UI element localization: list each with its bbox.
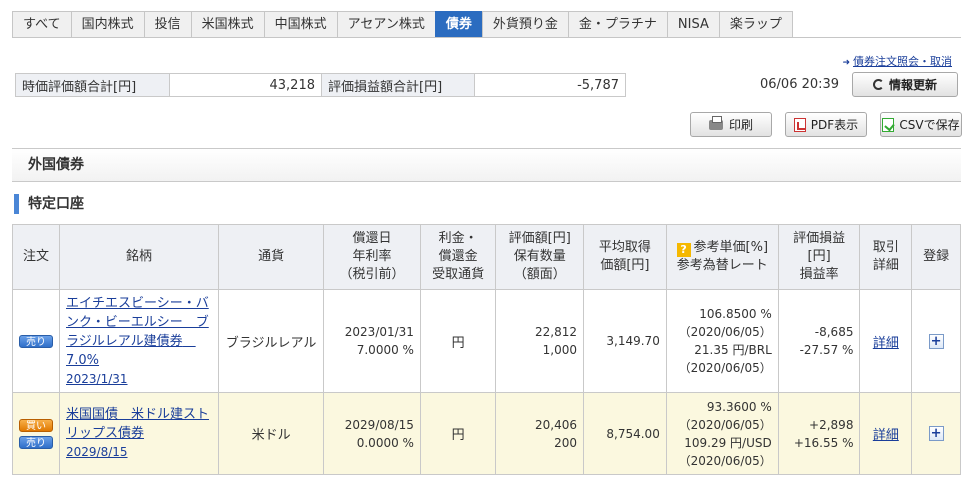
tab-china-stock[interactable]: 中国株式: [263, 11, 338, 38]
pdf-button[interactable]: PDF表示: [785, 112, 867, 137]
refresh-icon: [872, 79, 884, 90]
register-cell: +: [911, 392, 961, 475]
tab-divider: [12, 37, 961, 38]
printer-icon: [708, 115, 723, 130]
bond-order-inquiry-link[interactable]: ➜ 債券注文照会・取消: [842, 53, 952, 69]
print-label: 印刷: [728, 118, 753, 132]
interest-currency-cell: 円: [419, 392, 497, 475]
pl-cell: +2,898 +16.55 %: [777, 392, 861, 475]
arrow-right-icon: ➜: [842, 58, 850, 68]
header-valuation: 評価額[円] 保有数量 （額面）: [495, 224, 585, 290]
valuation-cell: 20,406 200: [495, 392, 585, 475]
ref-price-cell: 106.8500 % （2020/06/05） 21.35 円/BRL （202…: [665, 289, 779, 393]
valuation-cell: 22,812 1,000: [495, 289, 585, 393]
pdf-icon: [793, 117, 806, 132]
pl-label: 評価損益額合計[円]: [321, 73, 475, 97]
order-cell: 買い 売り: [12, 392, 60, 475]
tab-bonds[interactable]: 債券: [434, 11, 483, 38]
tab-asean-stock[interactable]: アセアン株式: [336, 11, 436, 38]
table-row: 売り エイチエスビーシー・バンク・ビーエルシー ブラジルレアル建債券 7.0% …: [12, 289, 961, 393]
table-row: 買い 売り 米国国債 米ドル建ストリップス債券 2029/8/15 米ドル 20…: [12, 392, 961, 475]
tab-us-stock[interactable]: 米国株式: [190, 11, 265, 38]
pdf-label: PDF表示: [810, 118, 859, 132]
help-icon[interactable]: ?: [676, 243, 691, 257]
update-timestamp: 06/06 20:39: [760, 77, 840, 92]
tab-gold-platinum[interactable]: 金・プラチナ: [567, 11, 668, 38]
tab-funds[interactable]: 投信: [143, 11, 192, 38]
history-cell: 詳細: [859, 289, 913, 393]
bond-maturity-link[interactable]: 2029/8/15: [66, 443, 212, 462]
detail-link[interactable]: 詳細: [873, 428, 899, 443]
print-button[interactable]: 印刷: [690, 112, 772, 137]
tab-fx-deposit[interactable]: 外貨預り金: [481, 11, 569, 38]
refresh-label: 情報更新: [888, 78, 937, 92]
header-maturity: 償還日 年利率 （税引前）: [323, 224, 421, 290]
name-cell: 米国国債 米ドル建ストリップス債券 2029/8/15: [58, 392, 220, 475]
maturity-cell: 2029/08/15 0.0000 %: [323, 392, 421, 475]
header-avg-cost: 平均取得 価額[円]: [583, 224, 667, 290]
tab-rakuwrap[interactable]: 楽ラップ: [718, 11, 793, 38]
market-value: 43,218: [169, 73, 322, 97]
pl-cell: -8,685 -27.57 %: [777, 289, 861, 393]
market-value-label: 時価評価額合計[円]: [15, 73, 170, 97]
asset-tabs: すべて 国内株式 投信 米国株式 中国株式 アセアン株式 債券 外貨預り金 金・…: [12, 11, 793, 38]
header-ref-price: ? 参考単価[%] 参考為替レート: [665, 224, 779, 290]
order-link-label: 債券注文照会・取消: [853, 55, 952, 68]
tab-domestic-stock[interactable]: 国内株式: [70, 11, 145, 38]
buy-button[interactable]: 買い: [19, 418, 53, 432]
bond-name-link[interactable]: 米国国債 米ドル建ストリップス債券: [66, 405, 212, 443]
holdings-table: 注文 銘柄 通貨 償還日 年利率 （税引前） 利金・ 償還金 受取通貨 評価額[…: [12, 224, 961, 475]
currency-cell: 米ドル: [218, 392, 325, 475]
name-cell: エイチエスビーシー・バンク・ビーエルシー ブラジルレアル建債券 7.0% 202…: [58, 289, 220, 393]
order-cell: 売り: [12, 289, 60, 393]
header-order: 注文: [12, 224, 60, 290]
header-name: 銘柄: [58, 224, 220, 290]
add-icon[interactable]: +: [928, 426, 944, 441]
add-icon[interactable]: +: [928, 333, 944, 349]
avg-cost-cell: 3,149.70: [583, 289, 667, 393]
table-header-row: 注文 銘柄 通貨 償還日 年利率 （税引前） 利金・ 償還金 受取通貨 評価額[…: [12, 224, 961, 290]
tab-nisa[interactable]: NISA: [666, 11, 720, 38]
csv-label: CSVで保存: [899, 118, 960, 132]
ref-price-cell: 93.3600 % （2020/06/05） 109.29 円/USD （202…: [665, 392, 779, 475]
csv-save-button[interactable]: CSVで保存: [880, 112, 962, 137]
pl-value: -5,787: [474, 73, 626, 97]
maturity-cell: 2023/01/31 7.0000 %: [323, 289, 421, 393]
interest-currency-cell: 円: [419, 289, 497, 393]
sell-button[interactable]: 売り: [19, 435, 53, 449]
register-cell: +: [911, 289, 961, 393]
sell-button[interactable]: 売り: [19, 334, 53, 348]
currency-cell: ブラジルレアル: [218, 289, 325, 393]
section-title: 外国債券: [12, 148, 961, 182]
avg-cost-cell: 8,754.00: [583, 392, 667, 475]
bond-name-link[interactable]: エイチエスビーシー・バンク・ビーエルシー ブラジルレアル建債券 7.0%: [66, 294, 212, 370]
bond-maturity-link[interactable]: 2023/1/31: [66, 370, 212, 389]
refresh-button[interactable]: 情報更新: [852, 72, 958, 97]
csv-icon: [882, 117, 895, 132]
summary-table: 時価評価額合計[円] 43,218 評価損益額合計[円] -5,787: [15, 73, 626, 97]
header-pl: 評価損益 [円] 損益率: [777, 224, 861, 290]
account-title: 特定口座: [14, 192, 84, 216]
header-interest-currency: 利金・ 償還金 受取通貨: [419, 224, 497, 290]
detail-link[interactable]: 詳細: [873, 336, 899, 351]
history-cell: 詳細: [859, 392, 913, 475]
tab-all[interactable]: すべて: [12, 11, 72, 38]
header-history: 取引 詳細: [859, 224, 913, 290]
header-register: 登録: [911, 224, 961, 290]
header-currency: 通貨: [218, 224, 325, 290]
